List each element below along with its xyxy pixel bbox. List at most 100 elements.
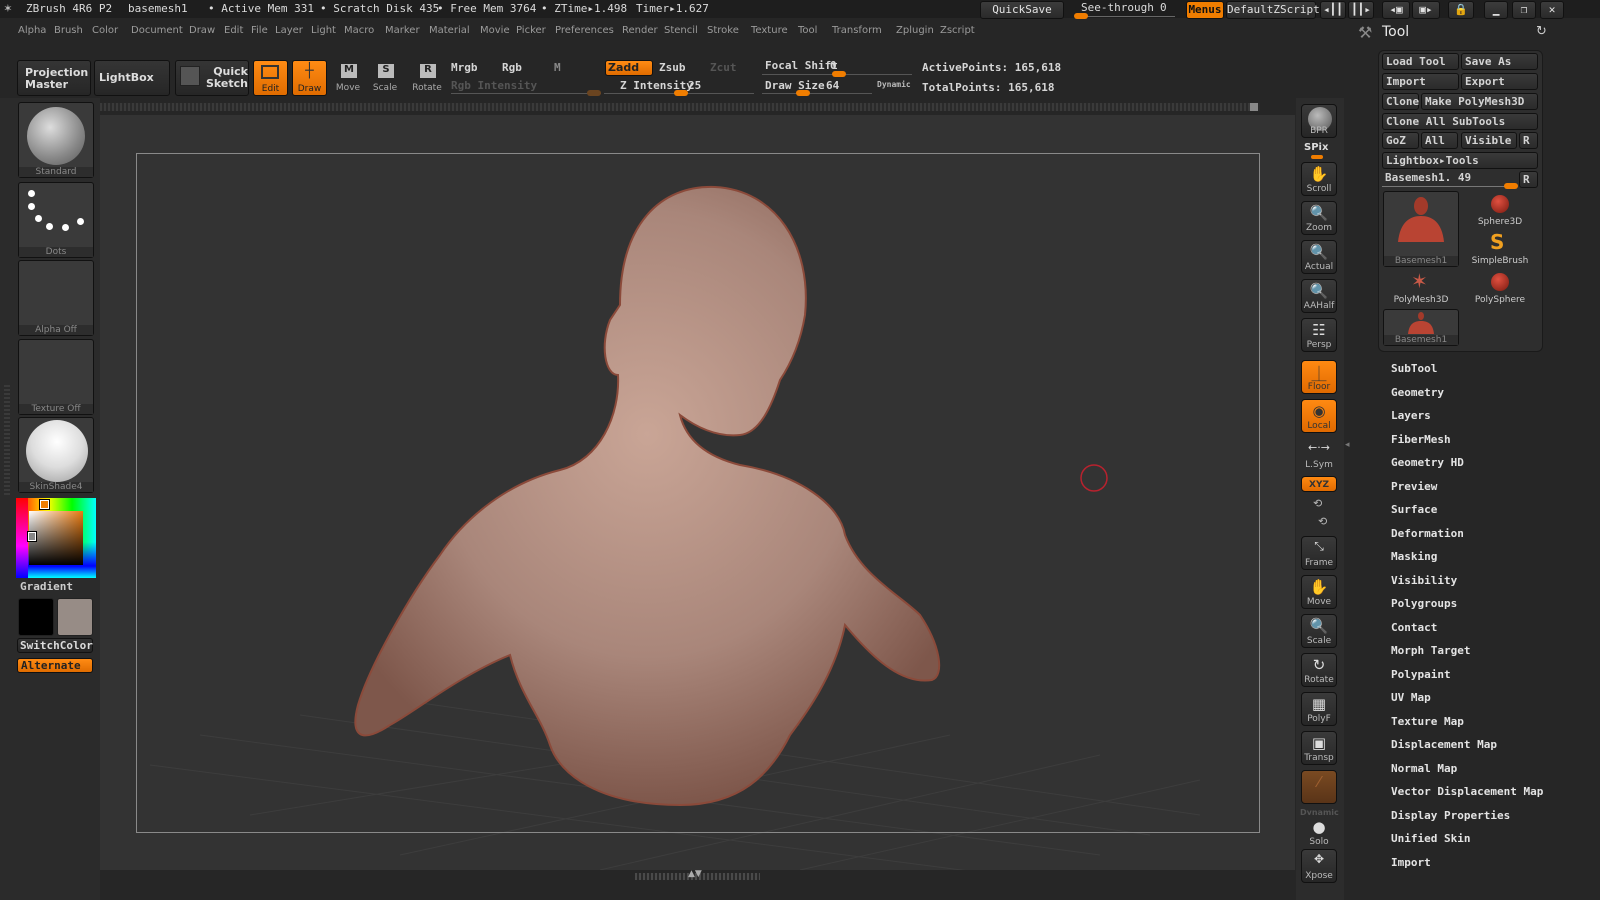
goz-button[interactable]: GoZ	[1382, 132, 1419, 149]
persp-button[interactable]: ☷ Persp	[1301, 318, 1337, 352]
color-picker[interactable]	[16, 498, 96, 578]
rgb-intensity-knob[interactable]	[587, 90, 601, 96]
rotate-button[interactable]: R Rotate	[410, 62, 444, 96]
texture-selector[interactable]: Texture Off	[18, 339, 94, 415]
section-layers[interactable]: Layers	[1391, 409, 1431, 422]
menu-transform[interactable]: Transform	[832, 25, 882, 36]
clone-all-subtools-button[interactable]: Clone All SubTools	[1382, 113, 1538, 130]
hue-marker[interactable]	[39, 499, 50, 510]
menu-draw[interactable]: Draw	[189, 25, 215, 36]
expand-layout-icon[interactable]: ┃┃▸	[1348, 1, 1374, 19]
lightbox-tools-button[interactable]: Lightbox▸Tools	[1382, 152, 1538, 169]
make-polymesh3d-button[interactable]: Make PolyMesh3D	[1421, 93, 1538, 110]
menu-file[interactable]: File	[251, 25, 268, 36]
goz-all-button[interactable]: All	[1421, 132, 1458, 149]
prev-layout-icon[interactable]: ◂▣	[1382, 1, 1410, 19]
section-vector-displacement-map[interactable]: Vector Displacement Map	[1391, 785, 1543, 798]
rotate-y-icon[interactable]: ⟲	[1313, 497, 1322, 510]
quicksave-button[interactable]: QuickSave	[980, 1, 1064, 19]
menu-stencil[interactable]: Stencil	[664, 25, 698, 36]
load-tool-button[interactable]: Load Tool	[1382, 53, 1459, 70]
xyz-button[interactable]: XYZ	[1301, 476, 1337, 492]
color-marker[interactable]	[27, 531, 37, 542]
spix-slider[interactable]	[1311, 155, 1323, 159]
clone-button[interactable]: Clone	[1382, 93, 1419, 110]
z-intensity-knob[interactable]	[674, 90, 688, 96]
goz-visible-button[interactable]: Visible	[1461, 132, 1517, 149]
actual-button[interactable]: 🔍 Actual	[1301, 240, 1337, 274]
menu-movie[interactable]: Movie	[480, 25, 510, 36]
move-button[interactable]: M Move	[333, 62, 363, 96]
section-visibility[interactable]: Visibility	[1391, 574, 1457, 587]
export-button[interactable]: Export	[1461, 73, 1538, 90]
brush-selector[interactable]: Standard	[18, 102, 94, 178]
bottom-tray-arrows-icon[interactable]: ▲▼	[688, 869, 702, 879]
menu-color[interactable]: Color	[92, 25, 118, 36]
section-geometry-hd[interactable]: Geometry HD	[1391, 456, 1464, 469]
mrgb-button[interactable]: Mrgb	[451, 61, 478, 74]
gradient-toggle[interactable]: Gradient	[20, 580, 73, 593]
section-preview[interactable]: Preview	[1391, 480, 1437, 493]
section-morph-target[interactable]: Morph Target	[1391, 644, 1470, 657]
restore-icon[interactable]: ❐	[1512, 1, 1536, 19]
section-fibermesh[interactable]: FiberMesh	[1391, 433, 1451, 446]
main-color-swatch[interactable]	[18, 598, 54, 636]
section-normal-map[interactable]: Normal Map	[1391, 762, 1457, 775]
next-layout-icon[interactable]: ▣▸	[1412, 1, 1440, 19]
section-surface[interactable]: Surface	[1391, 503, 1437, 516]
tool-r-button[interactable]: R	[1519, 171, 1538, 188]
scale-button[interactable]: S Scale	[370, 62, 400, 96]
tool-tile-polymesh3d[interactable]: ✶ PolyMesh3D	[1384, 269, 1458, 307]
aahalf-button[interactable]: 🔍 AAHalf	[1301, 279, 1337, 313]
minimize-icon[interactable]: ▁	[1484, 1, 1508, 19]
secondary-color-swatch[interactable]	[57, 598, 93, 636]
menu-document[interactable]: Document	[131, 25, 183, 36]
section-polypaint[interactable]: Polypaint	[1391, 668, 1451, 681]
stroke-selector[interactable]: Dots	[18, 182, 94, 258]
tool-slider[interactable]	[1382, 186, 1517, 187]
color-saturation-square[interactable]	[29, 511, 83, 565]
lsym-button[interactable]: ←·→ L.Sym	[1301, 438, 1337, 472]
goz-r-button[interactable]: R	[1519, 132, 1538, 149]
section-deformation[interactable]: Deformation	[1391, 527, 1464, 540]
draw-button[interactable]: ┼ Draw	[292, 60, 327, 96]
section-display-properties[interactable]: Display Properties	[1391, 809, 1510, 822]
tool-slider-knob[interactable]	[1504, 183, 1518, 189]
see-through-slider[interactable]	[1075, 16, 1175, 17]
menu-zscript[interactable]: Zscript	[940, 25, 975, 36]
move-view-button[interactable]: ✋ Move	[1301, 575, 1337, 609]
document-resize-handle[interactable]	[1250, 103, 1258, 111]
section-contact[interactable]: Contact	[1391, 621, 1437, 634]
m-button[interactable]: M	[554, 61, 561, 74]
zoom-button[interactable]: 🔍 Zoom	[1301, 201, 1337, 235]
palette-reset-icon[interactable]: ↻	[1536, 24, 1547, 39]
floor-button[interactable]: ⏊ Floor	[1301, 360, 1337, 394]
menu-render[interactable]: Render	[622, 25, 658, 36]
menu-edit[interactable]: Edit	[224, 25, 243, 36]
see-through-knob[interactable]	[1074, 13, 1088, 19]
ghost-button[interactable]: ⁄	[1301, 770, 1337, 804]
tool-tile-basemesh1[interactable]: Basemesh1	[1383, 191, 1459, 267]
lock-icon[interactable]: 🔒	[1448, 1, 1474, 19]
tool-tile-polysphere[interactable]: PolySphere	[1464, 271, 1536, 307]
save-as-button[interactable]: Save As	[1461, 53, 1538, 70]
tool-tile-sphere3d[interactable]: Sphere3D	[1464, 193, 1536, 229]
menu-stroke[interactable]: Stroke	[707, 25, 739, 36]
section-masking[interactable]: Masking	[1391, 550, 1437, 563]
solo-button[interactable]: ● Solo	[1301, 815, 1337, 849]
menu-picker[interactable]: Picker	[516, 25, 546, 36]
menu-tool[interactable]: Tool	[798, 25, 817, 36]
transp-button[interactable]: ▣ Transp	[1301, 731, 1337, 765]
tool-tile-basemesh1-small[interactable]: Basemesh1	[1383, 309, 1459, 346]
left-tray-handle[interactable]	[4, 385, 10, 495]
bpr-button[interactable]: BPR	[1301, 104, 1337, 138]
draw-size-slider[interactable]	[762, 93, 872, 94]
section-polygroups[interactable]: Polygroups	[1391, 597, 1457, 610]
menu-layer[interactable]: Layer	[275, 25, 303, 36]
tool-tile-simplebrush[interactable]: S SimpleBrush	[1464, 230, 1536, 268]
rotate-z-icon[interactable]: ⟲	[1318, 515, 1327, 528]
xpose-button[interactable]: ✥ Xpose	[1301, 849, 1337, 883]
section-displacement-map[interactable]: Displacement Map	[1391, 738, 1497, 751]
menu-marker[interactable]: Marker	[385, 25, 420, 36]
top-tray-handle[interactable]	[100, 103, 1260, 111]
